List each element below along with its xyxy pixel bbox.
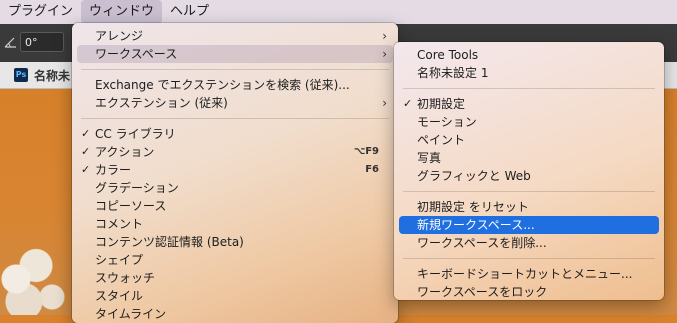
menu-item-label: 写真 [417,151,442,165]
menu-item-exchange-search[interactable]: Exchange でエクステンションを検索 (従来)... [77,76,393,94]
menu-item-comments[interactable]: コメント [77,215,393,233]
menu-item-timeline[interactable]: タイムライン [77,305,393,323]
document-tab[interactable]: Ps 名称未 [14,66,70,84]
menu-item-arrange[interactable]: アレンジ › [77,27,393,45]
menu-item-untitled-1[interactable]: 名称未設定 1 [399,64,659,82]
menu-item-extensions[interactable]: エクステンション (従来) › [77,94,393,112]
menu-separator [403,258,655,259]
menu-item-label: CC ライブラリ [95,127,176,141]
menu-item-label: コメント [95,217,144,231]
menu-item-reset-essentials[interactable]: 初期設定 をリセット [399,198,659,216]
menu-item-essentials[interactable]: ✓ 初期設定 [399,95,659,113]
photoshop-file-icon: Ps [14,68,28,82]
menubar-item-window[interactable]: ウィンドウ [81,0,163,24]
window-menu: アレンジ › ワークスペース › Exchange でエクステンションを検索 (… [72,23,398,323]
menu-item-graphic-web[interactable]: グラフィックと Web [399,167,659,185]
menu-item-label: コンテンツ認証情報 (Beta) [95,235,244,249]
menu-separator [403,88,655,89]
menu-item-label: スタイル [95,289,144,303]
menu-item-shortcut: ⌥F9 [353,146,379,157]
menu-item-label: タイムライン [95,307,167,321]
menu-item-label: ワークスペースを削除... [417,236,547,250]
menu-item-clone-source[interactable]: コピーソース [77,197,393,215]
menu-item-label: エクステンション (従来) [95,96,228,110]
check-icon: ✓ [81,145,91,158]
workspace-submenu: Core Tools 名称未設定 1 ✓ 初期設定 モーション ペイント 写真 … [394,42,664,300]
menu-item-label: 初期設定 をリセット [417,200,529,214]
menu-item-cc-libraries[interactable]: ✓ CC ライブラリ [77,125,393,143]
menu-separator [403,191,655,192]
angle-input[interactable]: 0° [20,32,64,52]
menu-item-label: カラー [95,163,132,177]
check-icon: ✓ [403,97,413,110]
menu-item-workspace[interactable]: ワークスペース › [77,45,393,63]
menu-item-label: シェイプ [95,253,144,267]
menu-item-label: キーボードショートカットとメニュー... [417,267,633,281]
menu-separator [81,69,389,70]
menu-item-painting[interactable]: ペイント [399,131,659,149]
menu-item-label: Exchange でエクステンションを検索 (従来)... [95,78,350,92]
menu-item-label: 初期設定 [417,97,466,111]
menu-item-styles[interactable]: スタイル [77,287,393,305]
canvas-cloud-image [0,225,80,315]
document-tab-label: 名称未 [34,68,71,83]
submenu-arrow-icon: › [382,29,387,43]
menu-item-label: 新規ワークスペース... [417,218,535,232]
menu-item-color[interactable]: ✓ カラー F6 [77,161,393,179]
menu-item-photography[interactable]: 写真 [399,149,659,167]
menu-item-delete-workspace[interactable]: ワークスペースを削除... [399,234,659,252]
menu-item-shapes[interactable]: シェイプ [77,251,393,269]
menu-item-actions[interactable]: ✓ アクション ⌥F9 [77,143,393,161]
menu-item-label: モーション [417,115,477,129]
menu-item-lock-workspace[interactable]: ワークスペースをロック [399,283,659,301]
menu-item-label: グラデーション [95,181,179,195]
menubar-item-help[interactable]: ヘルプ [162,0,217,24]
menu-item-core-tools[interactable]: Core Tools [399,46,659,64]
menu-item-swatches[interactable]: スウォッチ [77,269,393,287]
angle-icon [4,37,16,48]
menubar-item-plugins[interactable]: プラグイン [0,0,81,24]
menu-item-label: スウォッチ [95,271,156,285]
menu-bar: プラグイン ウィンドウ ヘルプ [0,0,677,24]
menu-item-label: Core Tools [417,48,479,62]
menu-item-keyboard-shortcuts[interactable]: キーボードショートカットとメニュー... [399,265,659,283]
menu-item-label: グラフィックと Web [417,169,531,183]
menu-item-label: ワークスペースをロック [417,285,548,299]
menu-item-content-credentials[interactable]: コンテンツ認証情報 (Beta) [77,233,393,251]
menu-item-label: 名称未設定 1 [417,66,489,80]
check-icon: ✓ [81,127,91,140]
menu-item-label: アクション [95,145,155,159]
menu-item-label: コピーソース [95,199,167,213]
menu-item-label: ペイント [417,133,466,147]
menu-item-label: アレンジ [95,29,144,43]
check-icon: ✓ [81,163,91,176]
menu-item-gradients[interactable]: グラデーション [77,179,393,197]
menu-item-shortcut: F6 [365,164,379,175]
submenu-arrow-icon: › [382,96,387,110]
menu-item-motion[interactable]: モーション [399,113,659,131]
menu-item-new-workspace[interactable]: 新規ワークスペース... [399,216,659,234]
submenu-arrow-icon: › [382,47,387,61]
menu-separator [81,118,389,119]
menu-item-label: ワークスペース [95,47,178,61]
